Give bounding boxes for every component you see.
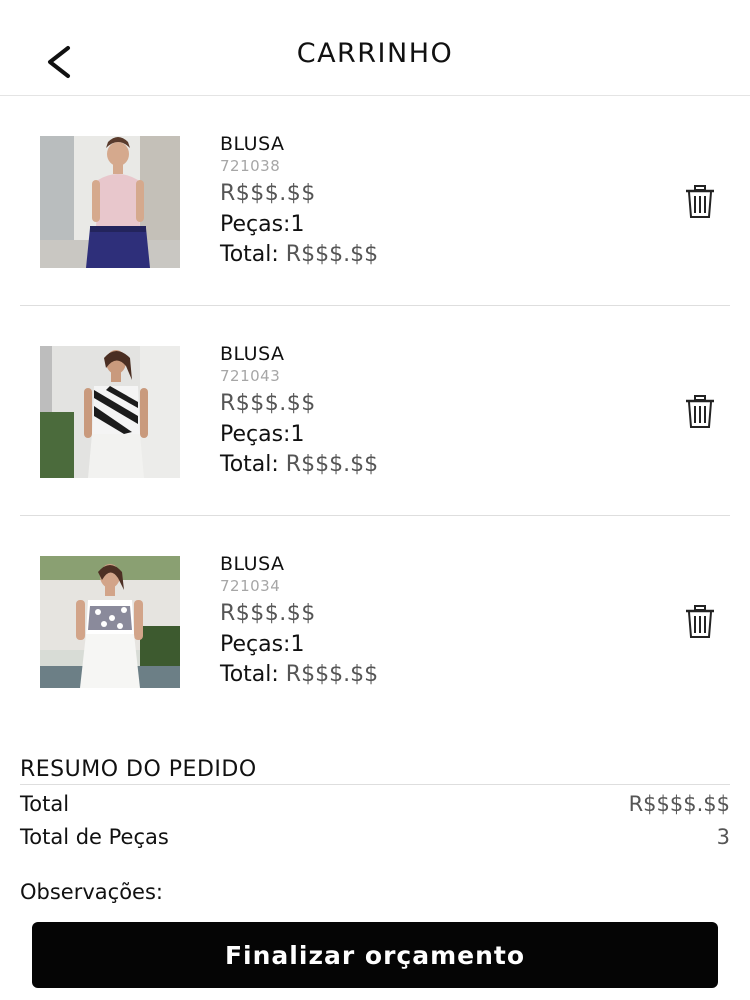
item-total-value: R$$$.$$	[285, 662, 379, 687]
item-name: BLUSA	[220, 343, 285, 365]
summary-total-row: Total R$$$$.$$	[20, 785, 730, 818]
cart-item: BLUSA 721038 R$$$.$$ Peças:1 Total: R$$$…	[20, 96, 730, 306]
item-total-label: Total:	[220, 452, 279, 477]
cart-item: BLUSA 721043 R$$$.$$ Peças:1 Total: R$$$…	[20, 306, 730, 516]
item-quantity: Peças:1	[220, 212, 305, 237]
item-quantity: Peças:1	[220, 632, 305, 657]
summary-pieces-label: Total de Peças	[20, 825, 169, 849]
item-info: BLUSA 721034 R$$$.$$ Peças:1 Total: R$$$…	[220, 552, 378, 690]
finish-quote-button[interactable]: Finalizar orçamento	[32, 922, 718, 988]
page-title: CARRINHO	[296, 38, 454, 69]
summary-pieces-value: 3	[716, 825, 730, 849]
summary-pieces-row: Total de Peças 3	[20, 818, 730, 851]
item-code: 721043	[220, 367, 281, 385]
summary-total-label: Total	[20, 792, 70, 816]
summary-title: RESUMO DO PEDIDO	[20, 757, 730, 785]
item-total: Total: R$$$.$$	[220, 240, 378, 270]
notes-label: Observações:	[20, 880, 163, 904]
item-quantity: Peças:1	[220, 422, 305, 447]
product-image[interactable]	[40, 346, 180, 478]
trash-icon	[686, 185, 714, 218]
cart-item: BLUSA 721034 R$$$.$$ Peças:1 Total: R$$$…	[20, 516, 730, 726]
item-price: R$$$.$$	[220, 391, 316, 416]
item-total-label: Total:	[220, 662, 279, 687]
item-info: BLUSA 721038 R$$$.$$ Peças:1 Total: R$$$…	[220, 132, 378, 270]
product-image[interactable]	[40, 556, 180, 688]
app-header: CARRINHO	[0, 0, 750, 96]
item-price: R$$$.$$	[220, 601, 316, 626]
item-info: BLUSA 721043 R$$$.$$ Peças:1 Total: R$$$…	[220, 342, 378, 480]
item-name: BLUSA	[220, 553, 285, 575]
item-total: Total: R$$$.$$	[220, 450, 378, 480]
delete-item-button[interactable]	[684, 394, 716, 430]
product-image[interactable]	[40, 136, 180, 268]
item-total-value: R$$$.$$	[285, 242, 379, 267]
delete-item-button[interactable]	[684, 604, 716, 640]
item-code: 721038	[220, 157, 281, 175]
item-total-value: R$$$.$$	[285, 452, 379, 477]
item-name: BLUSA	[220, 133, 285, 155]
item-total-label: Total:	[220, 242, 279, 267]
trash-icon	[686, 395, 714, 428]
trash-icon	[686, 605, 714, 638]
item-price: R$$$.$$	[220, 181, 316, 206]
order-summary: RESUMO DO PEDIDO Total R$$$$.$$ Total de…	[20, 757, 730, 851]
item-code: 721034	[220, 577, 281, 595]
delete-item-button[interactable]	[684, 184, 716, 220]
item-total: Total: R$$$.$$	[220, 660, 378, 690]
summary-total-value: R$$$$.$$	[628, 792, 730, 816]
